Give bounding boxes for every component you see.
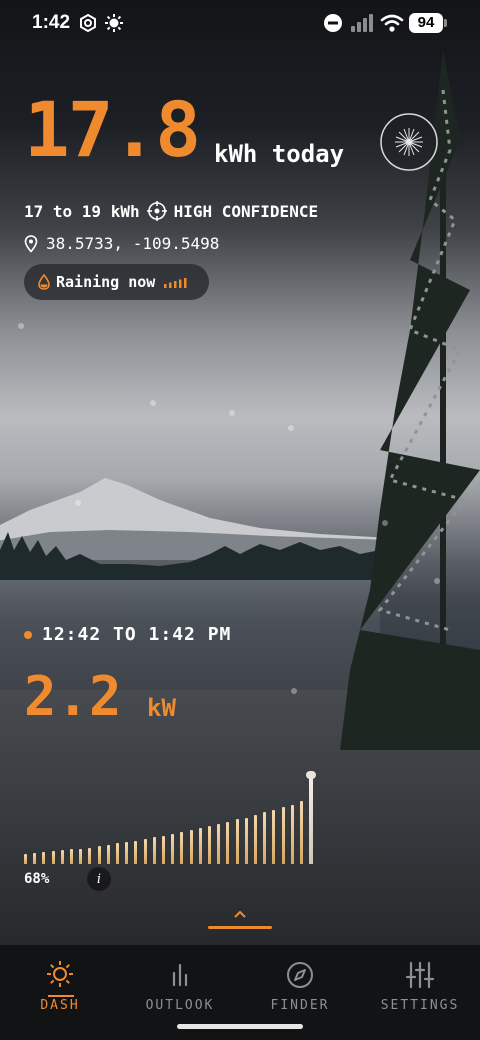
chart-bar bbox=[60, 850, 64, 864]
chart-bar bbox=[51, 851, 55, 864]
chart-bar bbox=[300, 801, 303, 864]
status-bar: 1:42 94 bbox=[0, 0, 480, 48]
info-button[interactable]: i bbox=[87, 867, 111, 891]
snowflake bbox=[291, 688, 297, 694]
snowflake bbox=[229, 410, 235, 416]
location-pin-icon bbox=[24, 234, 38, 253]
focus-icon bbox=[80, 13, 96, 33]
tab-dash[interactable]: DASH bbox=[0, 945, 120, 1025]
raindrop-icon bbox=[38, 274, 50, 290]
chart-bar bbox=[42, 852, 46, 864]
chart-bar bbox=[235, 819, 239, 864]
daily-energy-value: 17.8 bbox=[24, 85, 201, 174]
chart-bar bbox=[134, 841, 138, 864]
sun-dial-icon[interactable] bbox=[380, 113, 438, 171]
expand-handle[interactable] bbox=[208, 908, 272, 932]
wifi-icon bbox=[380, 14, 404, 32]
hourly-bar-chart[interactable] bbox=[24, 770, 334, 864]
time-window-dot bbox=[24, 630, 32, 639]
snowflake bbox=[18, 323, 24, 329]
chart-bar bbox=[116, 843, 119, 864]
chart-bar bbox=[306, 771, 317, 864]
chart-bar bbox=[152, 837, 156, 864]
chart-bar bbox=[70, 849, 73, 864]
chart-bar bbox=[33, 853, 37, 864]
battery-icon: 94 bbox=[409, 13, 443, 33]
time-window-label: 12:42 TO 1:42 PM bbox=[42, 624, 232, 645]
chart-bar bbox=[24, 854, 27, 864]
coordinates-value: 38.5733, -109.5498 bbox=[46, 234, 220, 253]
compass-icon bbox=[287, 962, 313, 988]
tab-outlook[interactable]: OUTLOOK bbox=[120, 945, 240, 1025]
app-screen: 1:42 94 17.8 kWh today 17 to 19 kWh HIGH… bbox=[0, 0, 480, 1040]
chart-bar bbox=[189, 830, 193, 864]
chart-bar bbox=[143, 839, 147, 864]
chart-bar bbox=[263, 812, 267, 864]
chart-bar bbox=[97, 846, 101, 864]
chart-bar bbox=[254, 815, 257, 864]
active-tab-indicator bbox=[48, 995, 74, 997]
bar-chart-icon bbox=[172, 963, 188, 987]
confidence-label: HIGH CONFIDENCE bbox=[173, 201, 319, 221]
tab-label: DASH bbox=[40, 998, 80, 1013]
tab-label: FINDER bbox=[270, 998, 330, 1013]
forecast-range: 17 to 19 kWh bbox=[24, 201, 140, 221]
cellular-signal-icon bbox=[351, 14, 373, 32]
chart-bar bbox=[171, 834, 175, 864]
do-not-disturb-icon bbox=[324, 14, 342, 32]
brightness-icon bbox=[105, 14, 123, 32]
chart-bar bbox=[198, 828, 202, 864]
tab-finder[interactable]: FINDER bbox=[240, 945, 360, 1025]
chart-bar bbox=[272, 810, 276, 864]
snowflake bbox=[382, 520, 388, 526]
snowflake bbox=[434, 578, 440, 584]
chart-bar bbox=[180, 832, 184, 864]
chart-bar bbox=[217, 824, 221, 864]
snowflake bbox=[288, 425, 294, 431]
forecast-range-row: 17 to 19 kWh HIGH CONFIDENCE bbox=[24, 200, 318, 222]
chart-bar bbox=[208, 826, 211, 864]
power-value: 2.2 bbox=[24, 665, 122, 728]
weather-status-label: Raining now bbox=[56, 273, 156, 291]
tab-label: SETTINGS bbox=[380, 998, 460, 1013]
snowflake bbox=[75, 500, 81, 506]
snowflake bbox=[150, 400, 156, 406]
chart-bar bbox=[281, 807, 285, 864]
location-row: 38.5733, -109.5498 bbox=[24, 234, 219, 253]
chart-bar bbox=[244, 818, 248, 864]
chart-bar bbox=[79, 849, 83, 864]
chart-bar bbox=[226, 822, 230, 864]
weather-status-pill[interactable]: Raining now bbox=[24, 264, 209, 300]
status-time: 1:42 bbox=[32, 12, 71, 33]
home-indicator bbox=[177, 1024, 303, 1029]
sliders-icon bbox=[405, 961, 435, 989]
chart-bar bbox=[88, 848, 92, 864]
rain-intensity-icon bbox=[164, 278, 187, 288]
daily-energy-unit: kWh today bbox=[214, 140, 345, 168]
time-window-row: 12:42 TO 1:42 PM bbox=[24, 624, 231, 645]
percent-label: 68% bbox=[24, 871, 50, 887]
sun-icon bbox=[47, 961, 73, 987]
chart-bar bbox=[290, 805, 294, 864]
chart-bar bbox=[106, 845, 110, 864]
crosshair-icon bbox=[146, 201, 167, 221]
chart-bar bbox=[162, 836, 165, 864]
chart-bar bbox=[125, 842, 129, 864]
battery-tip bbox=[444, 19, 447, 27]
tab-label: OUTLOOK bbox=[145, 998, 215, 1013]
current-bar-knob[interactable] bbox=[306, 771, 317, 779]
tab-settings[interactable]: SETTINGS bbox=[360, 945, 480, 1025]
power-unit: kW bbox=[147, 694, 176, 722]
